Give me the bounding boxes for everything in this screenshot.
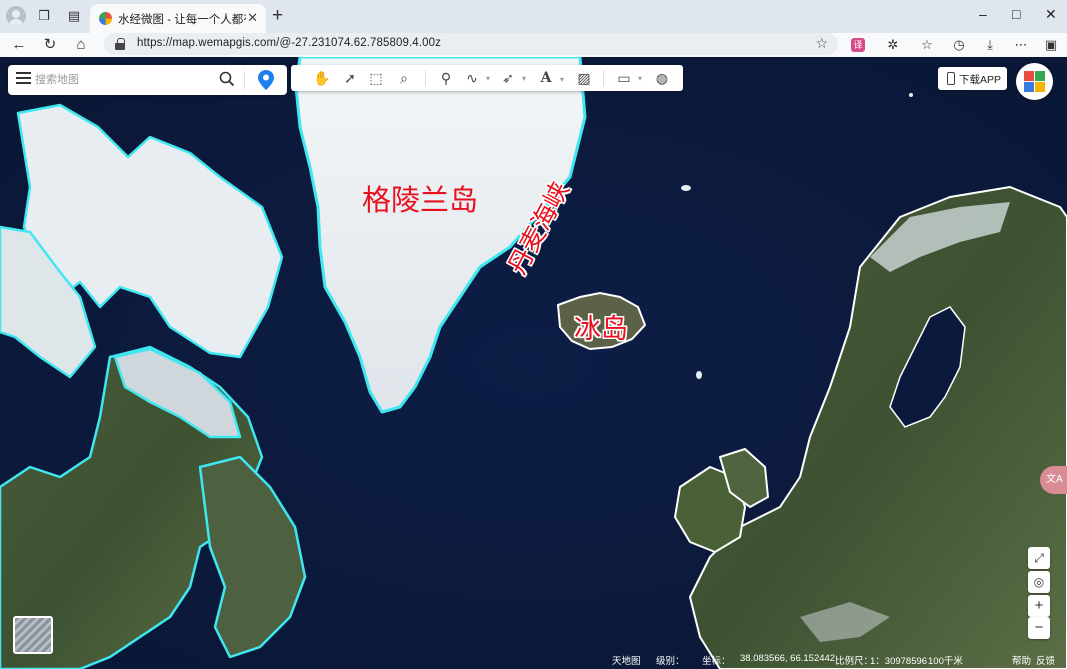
profile-avatar-icon[interactable]	[6, 6, 26, 26]
feedback-link[interactable]: 反馈	[1036, 653, 1055, 667]
lock-icon[interactable]	[115, 38, 125, 50]
logo-blue-square	[1024, 82, 1034, 92]
zoom-out-button[interactable]: −	[1028, 617, 1050, 639]
favorite-star-icon[interactable]: ☆	[815, 35, 828, 52]
address-bar[interactable]: https://map.wemapgis.com/@-27.231074.62.…	[104, 33, 838, 55]
scale-value: 1：30978596	[870, 656, 928, 667]
toolbar-divider	[603, 70, 604, 86]
map-status-bar: 天地图 级别： 坐标： 38.083566, 66.152442 比例尺： 1：…	[560, 648, 1067, 669]
polyline-icon[interactable]: ∿	[463, 69, 490, 88]
reload-icon[interactable]: ↻	[40, 35, 60, 55]
menu-hamburger-icon[interactable]	[16, 72, 31, 86]
extensions-puzzle-icon[interactable]: ✲	[884, 36, 902, 54]
fullscreen-icon[interactable]: ⤢	[1028, 547, 1050, 569]
logo-yellow-square	[1035, 82, 1045, 92]
label-iceland[interactable]: 冰岛	[574, 307, 628, 346]
pan-hand-icon[interactable]: ✋	[313, 69, 331, 87]
globe-icon[interactable]: ◍	[653, 69, 671, 87]
satellite-basemap	[0, 57, 1067, 669]
history-icon[interactable]: ◷	[950, 36, 968, 54]
downloads-icon[interactable]: ⤓	[981, 36, 999, 54]
ruler-icon[interactable]: ▭	[615, 69, 642, 88]
basemap-name: 天地图	[612, 656, 641, 667]
tab-title: 水经微图 - 让每一个人都有自己的	[118, 14, 246, 26]
search-divider	[244, 71, 245, 89]
workspaces-icon[interactable]: ❒	[36, 8, 52, 24]
more-menu-icon[interactable]: ⋯	[1012, 36, 1030, 54]
map-search-box	[8, 65, 287, 95]
logo-red-square	[1024, 71, 1034, 81]
download-app-label: 下载APP	[959, 74, 1002, 86]
logo-green-square	[1035, 71, 1045, 81]
home-icon[interactable]: ⌂	[71, 35, 91, 55]
map-drawing-toolbar: ✋ ➚ ⬚ ⌕ ⚲ ∿ ➶ A ▨ ▭ ◍	[291, 65, 683, 91]
browser-tab-bar: ❒ ▤ 水经微图 - 让每一个人都有自己的 ✕ + – □ ✕	[0, 0, 1067, 33]
select-arrow-icon[interactable]: ➚	[341, 69, 359, 87]
location-pin-icon[interactable]	[258, 70, 274, 90]
url-text[interactable]: https://map.wemapgis.com/@-27.231074.62.…	[137, 37, 441, 49]
scale-bar-label: 100千米	[928, 656, 963, 667]
new-tab-button[interactable]: +	[272, 6, 283, 26]
coord-value: 38.083566, 66.152442	[740, 653, 836, 664]
favorites-icon[interactable]: ☆	[918, 36, 936, 54]
map-search-input[interactable]	[35, 72, 215, 88]
sidebar-toggle-icon[interactable]: ▣	[1042, 36, 1060, 54]
search-icon[interactable]	[219, 71, 235, 87]
phone-icon	[947, 72, 955, 85]
close-window-button[interactable]: ✕	[1045, 6, 1057, 23]
basemap-switcher[interactable]	[13, 616, 53, 654]
locate-me-icon[interactable]: ◎	[1028, 571, 1050, 593]
level-label: 级别：	[656, 656, 685, 667]
text-tool-icon[interactable]: A	[537, 69, 564, 88]
map-canvas[interactable]: ✋ ➚ ⬚ ⌕ ⚲ ∿ ➶ A ▨ ▭ ◍ 下载APP 格陵兰岛 丹麦海峡 冰岛…	[0, 57, 1067, 669]
app-logo-button[interactable]	[1016, 63, 1053, 100]
coord-label: 坐标：	[702, 656, 731, 667]
browser-nav-bar: ← ↻ ⌂ https://map.wemapgis.com/@-27.2310…	[0, 33, 1067, 57]
help-link[interactable]: 帮助	[1012, 653, 1031, 667]
arrow-line-icon[interactable]: ➶	[499, 69, 526, 88]
zoom-search-icon[interactable]: ⌕	[395, 69, 413, 87]
minimize-button[interactable]: –	[979, 6, 987, 22]
image-icon[interactable]: ▨	[575, 69, 593, 87]
zoom-in-button[interactable]: +	[1028, 595, 1050, 617]
site-favicon-icon	[99, 12, 112, 25]
back-arrow-icon[interactable]: ←	[9, 35, 29, 55]
marker-icon[interactable]: ⚲	[437, 69, 455, 87]
vertical-tabs-icon[interactable]: ▤	[66, 8, 82, 24]
tab-close-icon[interactable]: ✕	[247, 10, 258, 26]
translate-float-button[interactable]: 文A	[1040, 466, 1067, 494]
download-app-button[interactable]: 下载APP	[938, 67, 1007, 90]
extension-translate-icon[interactable]: 译	[851, 38, 865, 52]
maximize-button[interactable]: □	[1012, 6, 1020, 22]
label-greenland[interactable]: 格陵兰岛	[362, 177, 478, 219]
scale-label: 比例尺：	[835, 656, 874, 667]
toolbar-divider	[425, 70, 426, 86]
box-select-icon[interactable]: ⬚	[367, 69, 385, 87]
browser-tab-active[interactable]: 水经微图 - 让每一个人都有自己的 ✕	[90, 4, 266, 33]
